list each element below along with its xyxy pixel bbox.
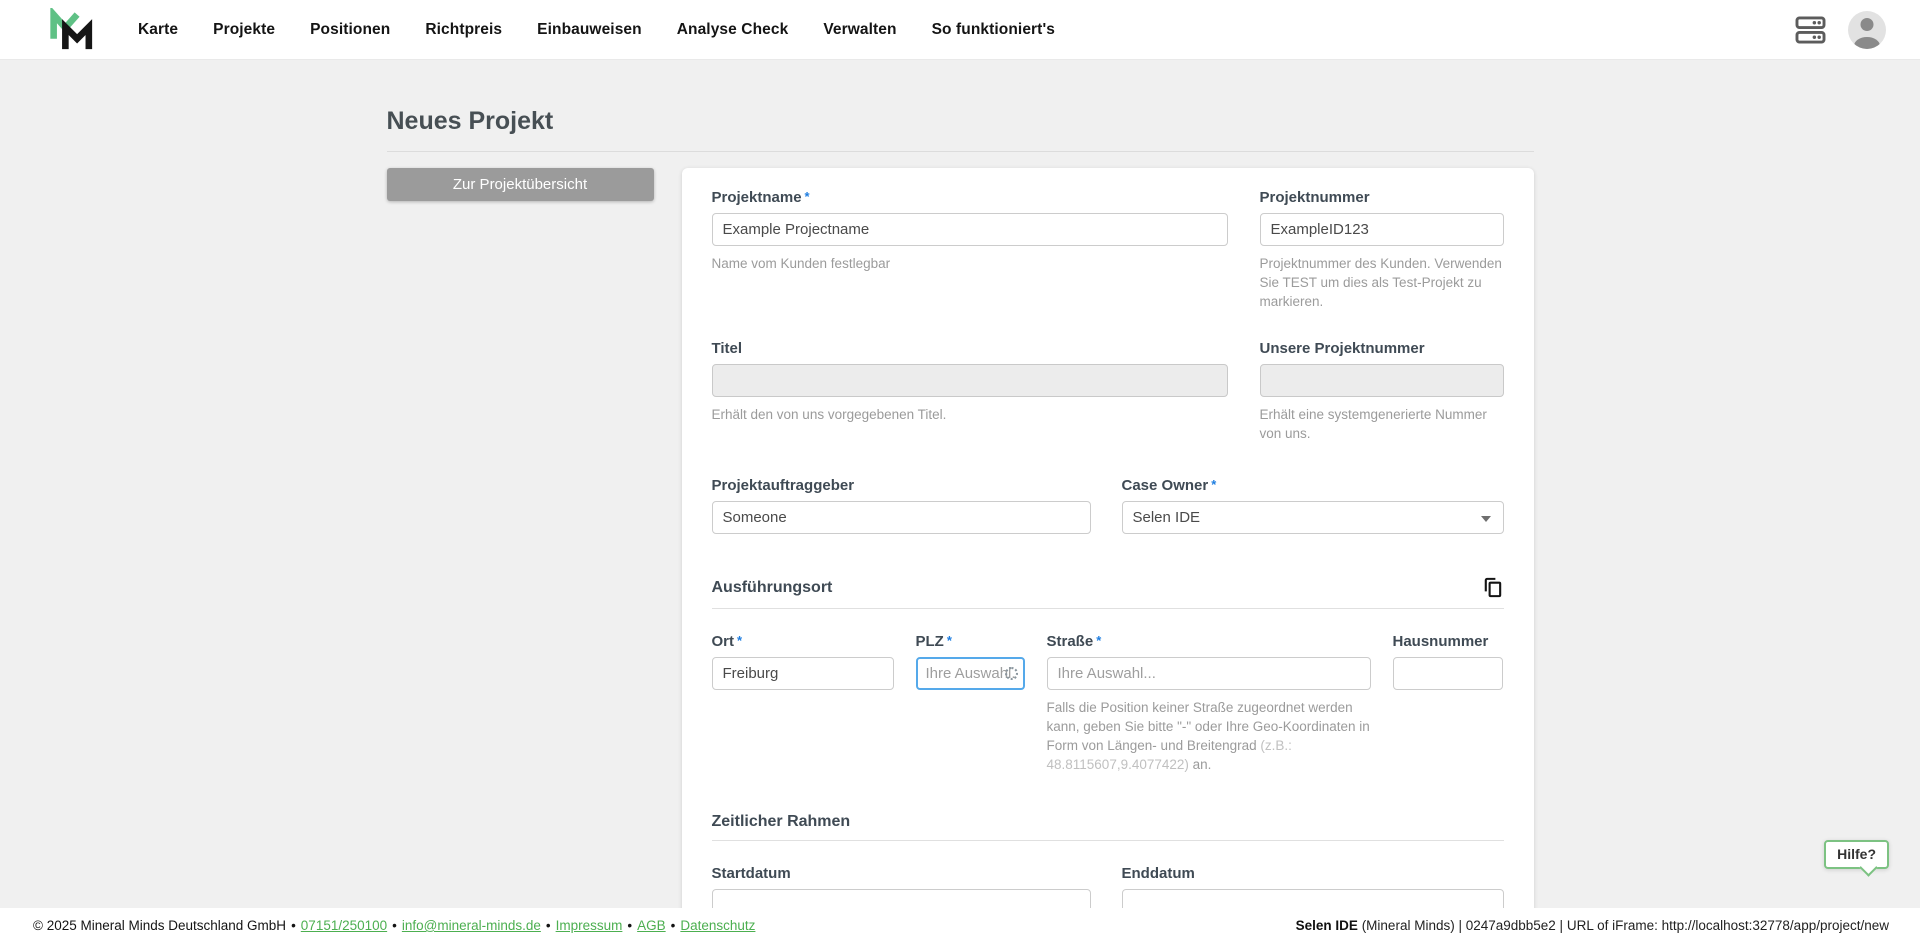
avatar-head-shape — [1860, 17, 1874, 31]
ausfuehrungsort-divider — [711, 608, 1504, 610]
copyright-text: © 2025 Mineral Minds Deutschland GmbH — [33, 918, 287, 933]
title-divider — [386, 151, 1534, 152]
required-asterisk: * — [1211, 477, 1217, 493]
ausfuehrungsort-section-header: Ausführungsort — [712, 576, 1504, 599]
copy-icon — [1484, 578, 1501, 598]
left-column: Zur Projektübersicht — [386, 168, 654, 201]
unsere-projektnummer-input — [1259, 363, 1504, 397]
projektnummer-input[interactable] — [1259, 213, 1504, 246]
nav-item-einbauweisen[interactable]: Einbauweisen — [537, 21, 642, 39]
field-ort: Ort * — [711, 633, 894, 775]
right-column: Projektname* Name vom Kunden festlegbar … — [681, 168, 1534, 943]
projektname-label: Projektname * — [711, 189, 810, 206]
zeitlicher-rahmen-title: Zeitlicher Rahmen — [711, 813, 851, 831]
required-asterisk: * — [804, 189, 810, 204]
case-owner-select[interactable]: Selen IDE — [1121, 501, 1504, 535]
nav-item-karte[interactable]: Karte — [138, 21, 178, 39]
mineral-minds-logo-icon[interactable] — [47, 7, 94, 52]
hausnummer-input[interactable] — [1392, 657, 1503, 691]
nav-item-verwalten[interactable]: Verwalten — [823, 21, 896, 39]
field-strasse: Straße* Falls die Position keiner Straße… — [1046, 633, 1371, 775]
footer-link-email[interactable]: info@mineral-minds.de — [402, 918, 541, 933]
enddatum-label: Enddatum — [1121, 865, 1195, 883]
projektname-input[interactable] — [711, 213, 1228, 246]
titel-help: Erhält den von uns vorgegebenen Titel. — [711, 406, 947, 422]
unsere-projektnummer-help: Erhält eine systemgenerierte Nummer von … — [1259, 406, 1487, 441]
footer-link-phone[interactable]: 07151/250100 — [301, 918, 387, 933]
plz-label: PLZ * — [915, 633, 952, 651]
field-hausnummer: Hausnummer — [1392, 633, 1503, 775]
nav-item-projekte[interactable]: Projekte — [213, 21, 275, 39]
ausfuehrungsort-title: Ausführungsort — [711, 578, 833, 596]
avatar-body-shape — [1854, 36, 1880, 49]
strasse-help: Falls die Position keiner Straße zugeord… — [1046, 700, 1370, 773]
field-projektauftraggeber: Projektauftraggeber — [711, 477, 1091, 535]
field-titel: Titel Erhält den von uns vorgegebenen Ti… — [711, 339, 1228, 444]
page-footer: © 2025 Mineral Minds Deutschland GmbH • 07… — [0, 908, 1920, 943]
main-content: Neues Projekt Zur Projektübersicht Proje… — [386, 60, 1534, 943]
strasse-input[interactable] — [1046, 657, 1371, 691]
footer-link-datenschutz[interactable]: Datenschutz — [680, 918, 755, 933]
ort-label: Ort * — [711, 633, 743, 651]
required-asterisk: * — [946, 633, 952, 649]
field-projektname: Projektname* Name vom Kunden festlegbar — [711, 189, 1228, 312]
hausnummer-label: Hausnummer — [1392, 633, 1489, 651]
nav-item-so-funktionierts[interactable]: So funktioniert's — [932, 21, 1055, 39]
footer-session-info: Selen IDE (Mineral Minds) | 0247a9dbb5e2… — [1295, 918, 1889, 933]
back-to-project-overview-button[interactable]: Zur Projektübersicht — [386, 168, 654, 201]
nav-item-richtpreis[interactable]: Richtpreis — [425, 21, 502, 39]
ort-input[interactable] — [711, 657, 894, 691]
unsere-projektnummer-label: Unsere Projektnummer — [1259, 339, 1425, 357]
nav-item-positionen[interactable]: Positionen — [310, 21, 390, 39]
nav-item-analyse-check[interactable]: Analyse Check — [677, 21, 789, 39]
copy-address-button[interactable] — [1481, 576, 1504, 599]
navbar-right-icons — [1795, 10, 1886, 49]
titel-input — [711, 363, 1228, 397]
required-asterisk: * — [1096, 633, 1102, 649]
required-asterisk: * — [737, 633, 743, 649]
field-plz: PLZ * — [915, 633, 1025, 775]
zeitlicher-rahmen-section-header: Zeitlicher Rahmen — [712, 813, 1504, 831]
case-owner-label: Case Owner * — [1121, 477, 1217, 495]
field-unsere-projektnummer: Unsere Projektnummer Erhält eine systemg… — [1259, 339, 1504, 444]
footer-link-agb[interactable]: AGB — [637, 918, 666, 933]
projektnummer-help: Projektnummer des Kunden. Verwenden Sie … — [1259, 256, 1502, 309]
field-projektnummer: Projektnummer Projektnummer des Kunden. … — [1259, 189, 1504, 312]
server-rack-icon[interactable] — [1795, 15, 1826, 44]
titel-label: Titel — [711, 339, 743, 357]
field-case-owner: Case Owner * Selen IDE — [1121, 477, 1504, 535]
projektauftraggeber-label: Projektauftraggeber — [711, 477, 855, 495]
strasse-label: Straße * — [1046, 633, 1102, 651]
projektnummer-label: Projektnummer — [1259, 189, 1370, 206]
user-avatar[interactable] — [1848, 10, 1886, 49]
startdatum-label: Startdatum — [711, 865, 791, 883]
projektname-help: Name vom Kunden festlegbar — [711, 256, 891, 271]
page-title: Neues Projekt — [386, 107, 554, 135]
zeitlicher-rahmen-divider — [711, 840, 1504, 842]
projektauftraggeber-input[interactable] — [711, 501, 1091, 535]
help-bubble-button[interactable]: Hilfe? — [1824, 840, 1889, 869]
footer-link-impressum[interactable]: Impressum — [556, 918, 623, 933]
loading-spinner-icon — [1004, 666, 1018, 680]
footer-left: © 2025 Mineral Minds Deutschland GmbH • 07… — [33, 918, 756, 933]
top-navbar: Karte Projekte Positionen Richtpreis Ein… — [0, 0, 1920, 60]
project-form-card: Projektname* Name vom Kunden festlegbar … — [681, 168, 1534, 943]
main-nav: Karte Projekte Positionen Richtpreis Ein… — [138, 21, 1090, 39]
